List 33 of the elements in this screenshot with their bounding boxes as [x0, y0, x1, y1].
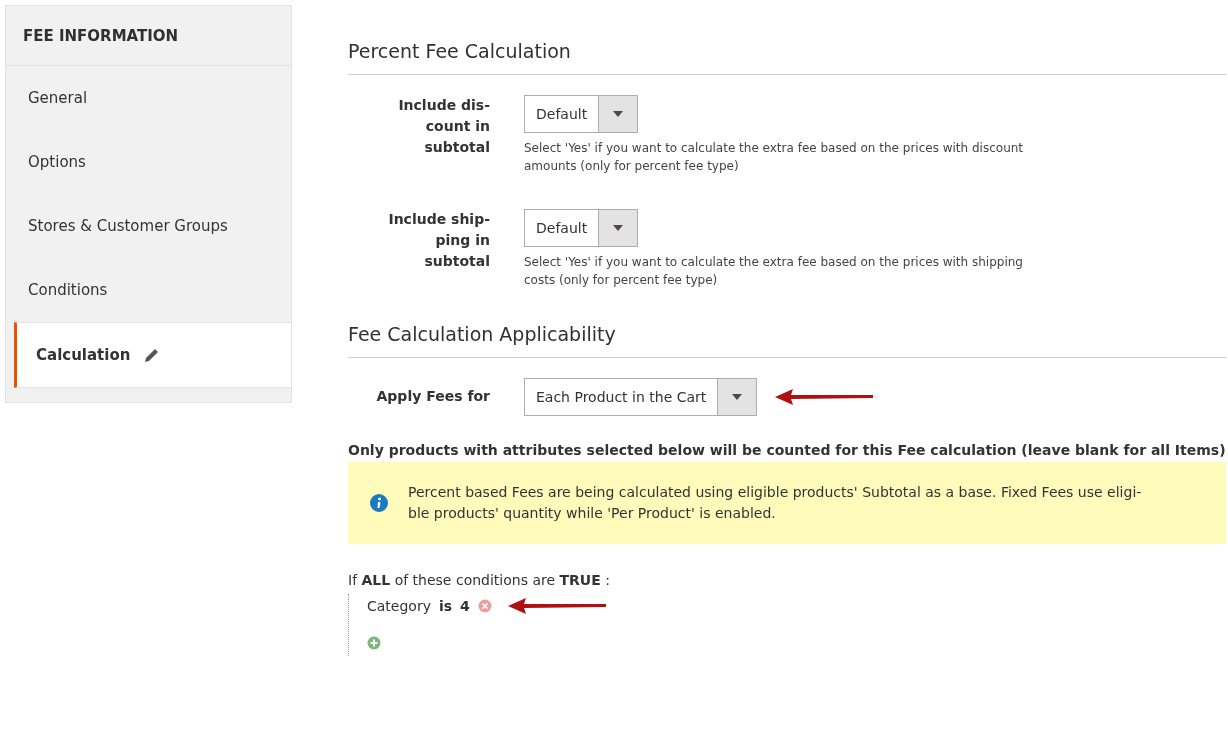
section-title: Percent Fee Calculation: [348, 40, 1226, 75]
field-label: Include dis- count in subtotal: [397, 96, 490, 157]
field-note: Select 'Yes' if you want to calculate the extra fee based on the prices with discount amounts (only for percent fee type): [524, 140, 1024, 175]
caret-icon: [613, 225, 624, 231]
field-label: Include ship- ping in subtotal: [387, 210, 490, 271]
field-label: Apply Fees for: [375, 387, 490, 406]
sidebar-item[interactable]: Options: [6, 130, 291, 194]
conditions-intro: If ALL of these conditions are TRUE :: [348, 572, 611, 588]
field-note: Select 'Yes' if you want to calculate the extra fee based on the prices with shipping costs (only for percent fee type): [524, 254, 1023, 289]
sidebar-item-label: Options: [28, 153, 86, 171]
attributes-heading: Only products with attributes selected below will be counted for this Fee calculation (leave blank for all Items): [348, 442, 1226, 458]
sidebar-title: FEE INFORMATION: [6, 6, 291, 66]
condition-value[interactable]: 4: [460, 598, 470, 614]
section-title: Fee Calculation Applicability: [348, 323, 1226, 358]
caret-icon: [613, 111, 624, 117]
sidebar-item[interactable]: Calculation: [14, 322, 291, 388]
caret-icon: [732, 394, 743, 400]
sidebar-item[interactable]: General: [6, 66, 291, 130]
select-dropdown[interactable]: Default: [524, 95, 639, 133]
sidebar-item-label: Stores & Customer Groups: [28, 217, 228, 235]
notice-text: Percent based Fees are being calculated using eligible products' Subtotal as a base. Fixed Fees use eligi- ble products' quantity while 'Per Product' is enabled.: [408, 483, 1142, 523]
sidebar-item-label: General: [28, 89, 88, 107]
info-icon: [370, 494, 388, 512]
remove-icon[interactable]: [477, 599, 492, 613]
condition-attribute[interactable]: Category: [367, 598, 431, 614]
sidebar-item[interactable]: Stores & Customer Groups: [6, 194, 291, 258]
condition-operator[interactable]: is: [438, 598, 453, 614]
select-dropdown[interactable]: Default: [524, 209, 639, 247]
sidebar-item-label: Conditions: [28, 281, 108, 299]
select-dropdown[interactable]: Each Product in the Cart: [524, 378, 758, 416]
add-icon[interactable]: [367, 636, 381, 650]
sidebar-item-label: Calculation: [36, 346, 131, 364]
sidebar-item[interactable]: Conditions: [6, 258, 291, 322]
